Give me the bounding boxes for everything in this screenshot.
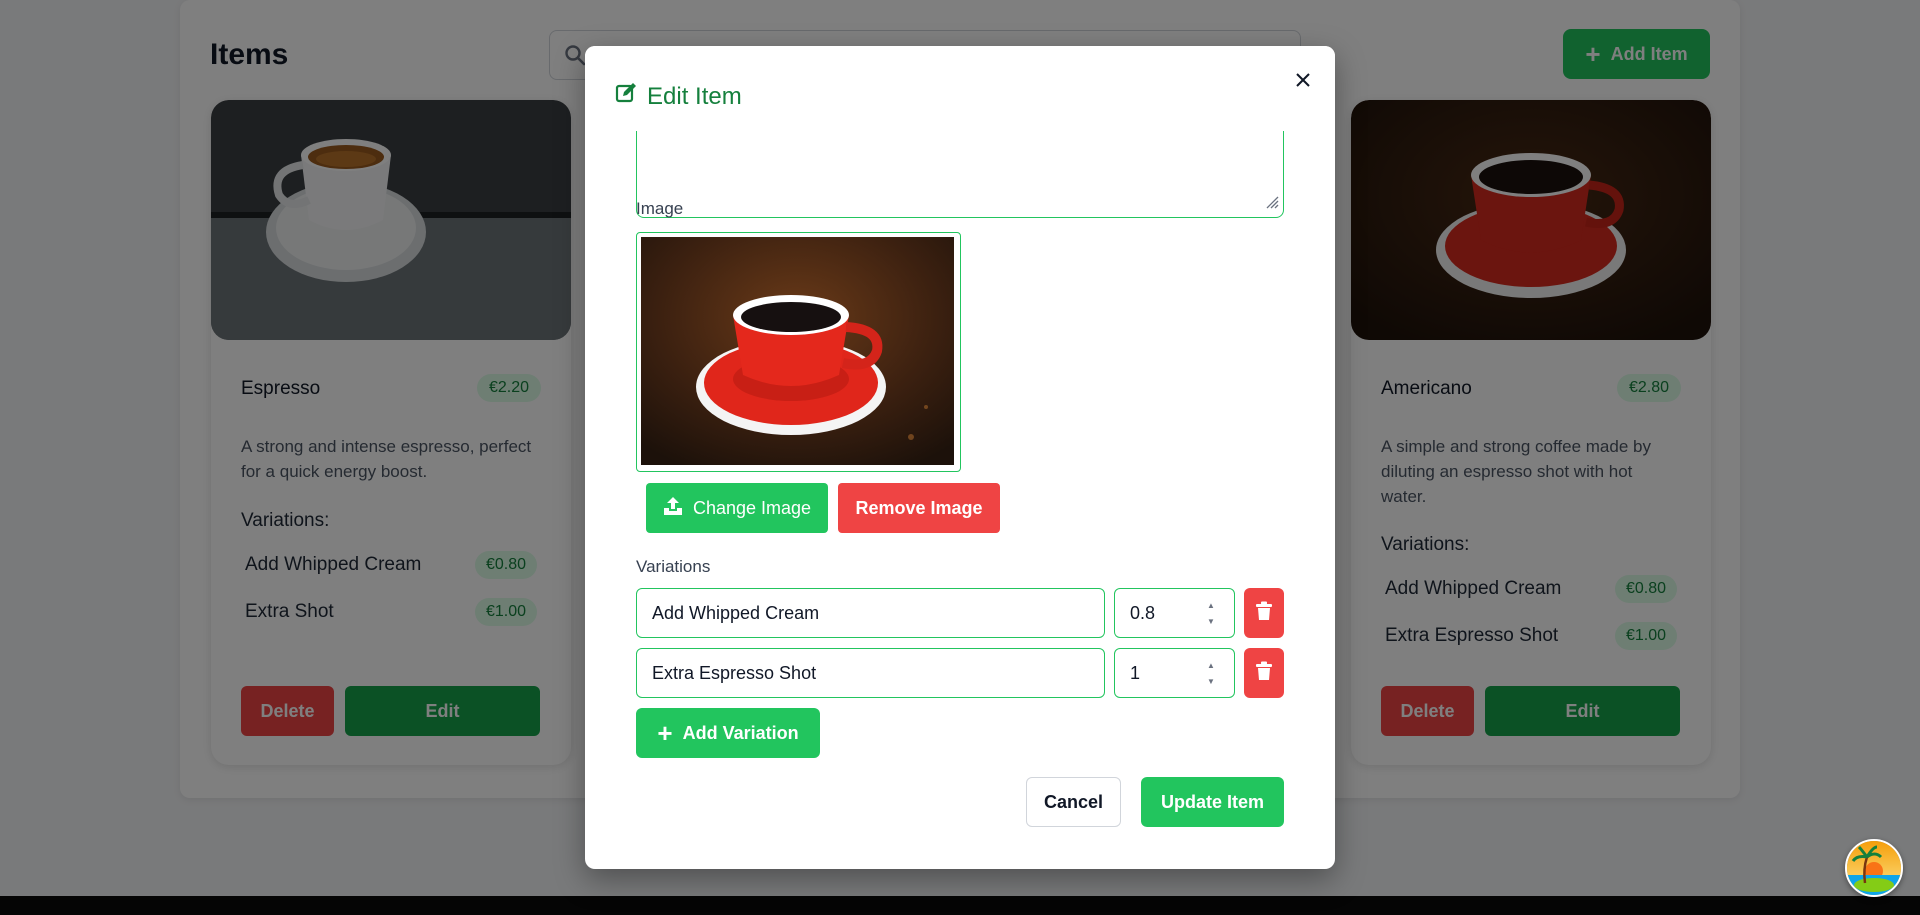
variations-label: Variations (636, 557, 711, 576)
description-textarea[interactable] (636, 122, 1284, 218)
change-image-button[interactable]: Change Image (646, 483, 828, 533)
spinner-up-icon[interactable]: ▲ (1207, 602, 1215, 610)
trash-icon (1255, 601, 1273, 626)
image-label: Image (636, 199, 684, 218)
remove-image-button[interactable]: Remove Image (838, 483, 1000, 533)
spinner-up-icon[interactable]: ▲ (1207, 662, 1215, 670)
item-image-preview (636, 232, 961, 472)
edit-icon (615, 82, 637, 111)
modal-title: Edit Item (615, 82, 742, 111)
plus-icon: + (657, 718, 673, 748)
variation-price-value: 0.8 (1130, 602, 1156, 623)
modal-header: Edit Item (585, 46, 1335, 131)
trash-icon (1255, 661, 1273, 686)
upload-icon (663, 496, 683, 521)
add-variation-label: Add Variation (682, 722, 799, 743)
variation-price-input[interactable]: 1 ▲ ▼ (1114, 648, 1235, 698)
number-spinner[interactable]: ▲ ▼ (1204, 662, 1218, 686)
variation-price-value: 1 (1130, 662, 1141, 683)
number-spinner[interactable]: ▲ ▼ (1204, 602, 1218, 626)
edit-item-modal: Edit Item Image Change Image Remove Imag… (585, 46, 1335, 869)
variation-name-input[interactable]: Extra Espresso Shot (636, 648, 1105, 698)
resize-grip-icon[interactable] (1265, 195, 1279, 214)
assistant-avatar-button[interactable] (1845, 839, 1903, 897)
close-icon[interactable] (1288, 65, 1318, 95)
delete-variation-button[interactable] (1244, 648, 1284, 698)
add-variation-button[interactable]: + Add Variation (636, 708, 820, 758)
modal-title-text: Edit Item (647, 82, 742, 110)
update-item-button[interactable]: Update Item (1141, 777, 1284, 827)
variation-name-input[interactable]: Add Whipped Cream (636, 588, 1105, 638)
cancel-button[interactable]: Cancel (1026, 777, 1121, 827)
spinner-down-icon[interactable]: ▼ (1207, 618, 1215, 626)
variation-price-input[interactable]: 0.8 ▲ ▼ (1114, 588, 1235, 638)
spinner-down-icon[interactable]: ▼ (1207, 678, 1215, 686)
delete-variation-button[interactable] (1244, 588, 1284, 638)
change-image-label: Change Image (692, 497, 812, 518)
